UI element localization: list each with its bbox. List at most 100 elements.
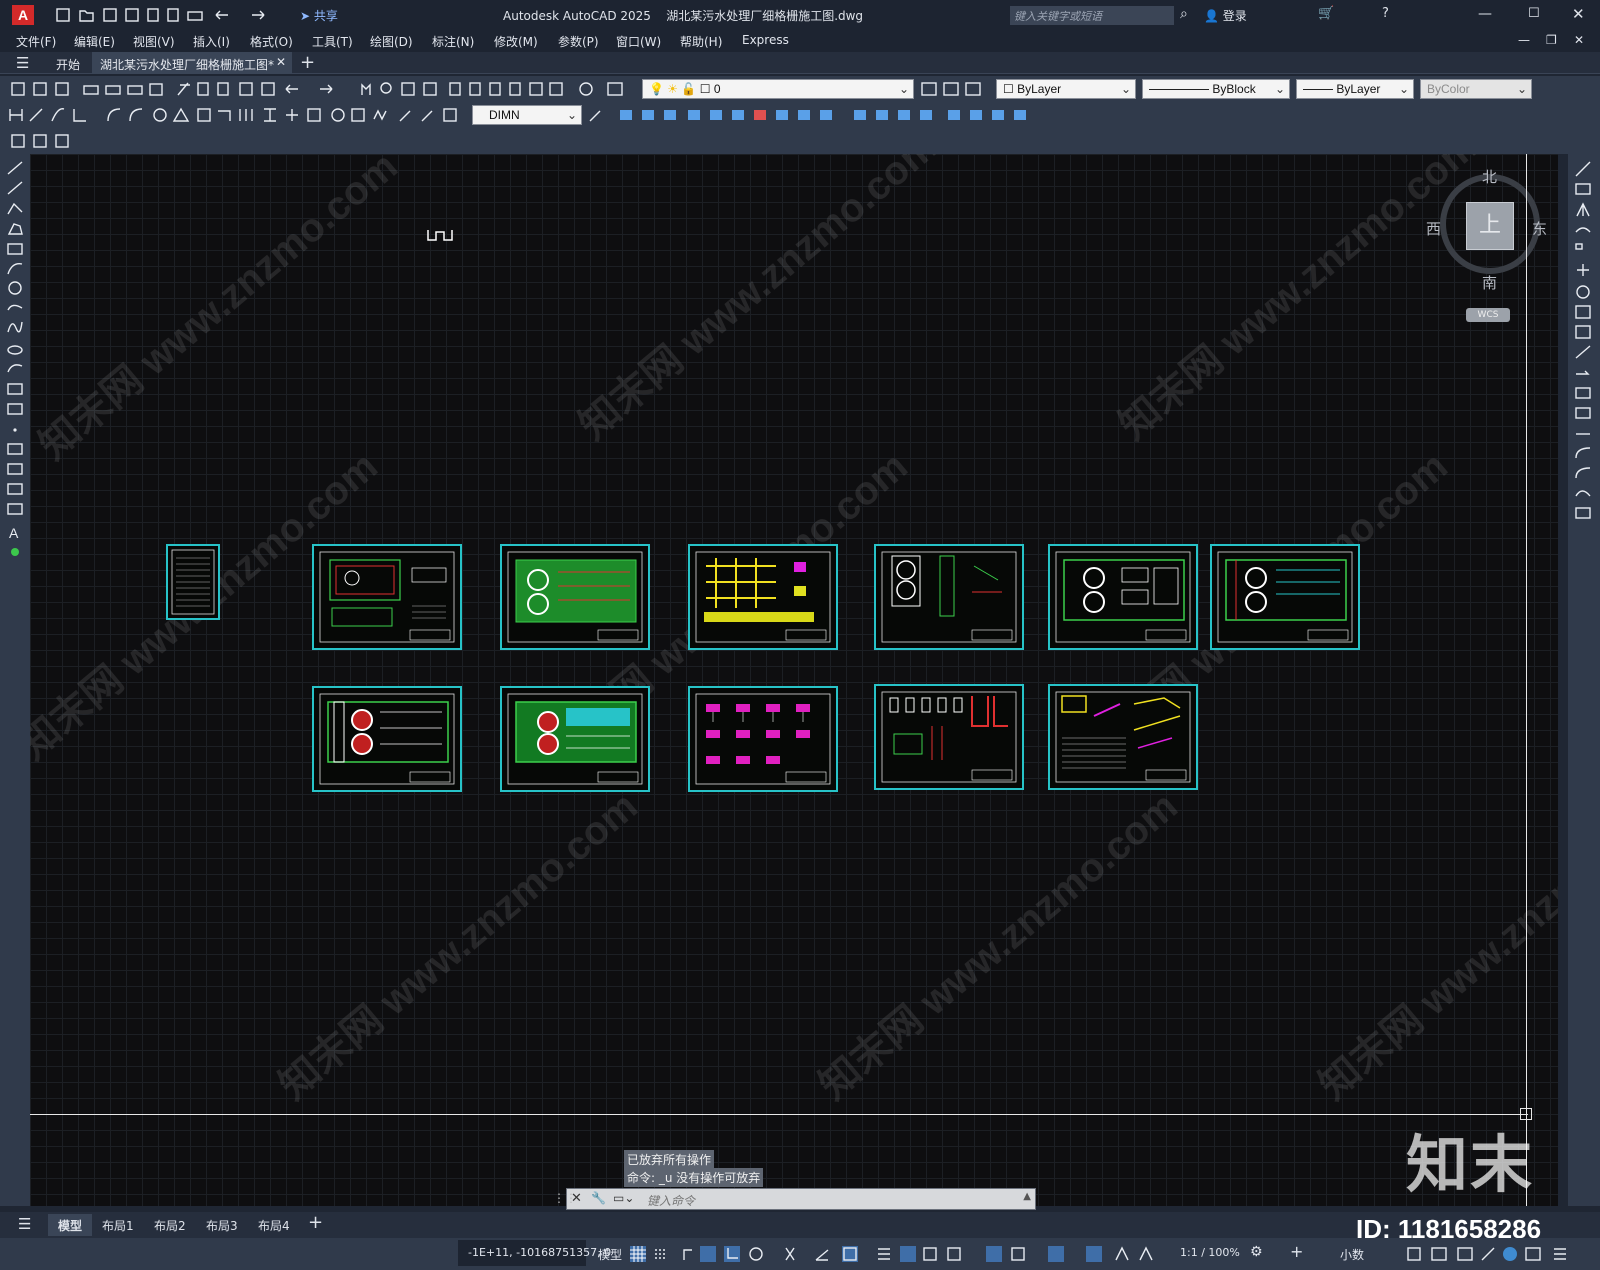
stretch-icon[interactable]: [1575, 325, 1591, 339]
wcs-menu[interactable]: WCS: [1466, 308, 1510, 322]
trim-icon[interactable]: [1575, 345, 1591, 359]
dimedit-icon[interactable]: [399, 110, 411, 122]
inspect-icon[interactable]: [351, 108, 365, 122]
layer-previous-icon[interactable]: [965, 82, 981, 96]
copy-icon[interactable]: [197, 82, 209, 96]
autoscale-icon[interactable]: [1115, 1246, 1129, 1261]
menu-parametric[interactable]: 参数(P): [558, 33, 599, 50]
close-icon[interactable]: ✕: [1572, 5, 1585, 23]
lineweight-icon[interactable]: [878, 1248, 890, 1260]
tab-start[interactable]: 开始: [48, 52, 88, 74]
selection-cycling-icon[interactable]: [923, 1247, 937, 1261]
annotation-monitor-icon[interactable]: +: [1290, 1242, 1303, 1261]
tab-active-drawing[interactable]: 湖北某污水处理厂细格栅施工图* ✕: [92, 52, 292, 74]
blend-icon[interactable]: [992, 110, 1004, 120]
clean-screen-icon[interactable]: [1525, 1247, 1541, 1261]
break-at-point-icon[interactable]: [1575, 387, 1591, 399]
join-icon[interactable]: [876, 110, 888, 120]
drawing-sheet-05[interactable]: [1048, 544, 1198, 650]
linear-dim-icon[interactable]: [9, 109, 23, 121]
aligned-dim-icon[interactable]: [29, 108, 43, 122]
scale-icon[interactable]: [1575, 305, 1591, 319]
transparency-icon[interactable]: [900, 1246, 916, 1262]
break-icon[interactable]: [286, 109, 298, 121]
scale-icon[interactable]: [754, 110, 766, 120]
redo-icon[interactable]: [320, 84, 333, 94]
help-circle-icon[interactable]: [579, 82, 593, 96]
web-open-icon[interactable]: [147, 8, 159, 22]
copy-object-icon[interactable]: [620, 110, 632, 120]
chamfer-icon[interactable]: [898, 110, 910, 120]
command-input[interactable]: 键入命令: [647, 1192, 695, 1209]
web-save-icon[interactable]: [167, 8, 179, 22]
sheetset-icon[interactable]: [509, 82, 521, 96]
zoom-realtime-icon[interactable]: [380, 82, 392, 94]
open-icon[interactable]: [33, 82, 47, 96]
spline-icon[interactable]: [7, 321, 23, 333]
hatch-icon[interactable]: [7, 443, 23, 455]
save-icon[interactable]: [103, 8, 117, 22]
doc-restore-icon[interactable]: ❐: [1546, 33, 1557, 47]
gizmo-icon[interactable]: [1048, 1246, 1064, 1262]
paste-icon[interactable]: [217, 82, 229, 96]
search-icon[interactable]: ⌕: [1180, 6, 1188, 22]
angular-dim-icon[interactable]: [172, 107, 190, 122]
construction-line-icon[interactable]: [7, 181, 23, 195]
drawing-sheet-06[interactable]: [1210, 544, 1360, 650]
user-login[interactable]: 👤 登录: [1204, 7, 1247, 24]
continue-icon[interactable]: [239, 109, 253, 121]
zoom-window-icon[interactable]: [401, 82, 415, 96]
properties-icon[interactable]: [449, 82, 461, 96]
drawing-sheet-04[interactable]: [874, 544, 1024, 650]
plot-preview-icon[interactable]: [105, 85, 121, 95]
layout-tab-1[interactable]: 布局1: [96, 1214, 140, 1237]
new-tab-icon[interactable]: +: [300, 52, 315, 73]
fillet-icon[interactable]: [920, 110, 932, 120]
dynamic-ucs-icon[interactable]: [986, 1246, 1002, 1262]
block-editor-icon[interactable]: [261, 82, 275, 96]
gradient-icon[interactable]: [7, 463, 23, 475]
isolate-objects-icon[interactable]: [1457, 1247, 1473, 1261]
menu-modify[interactable]: 修改(M): [494, 33, 538, 50]
minimize-icon[interactable]: —: [1478, 6, 1492, 22]
history-toggle-icon[interactable]: ▲: [1023, 1191, 1031, 1202]
doc-close-icon[interactable]: ✕: [1574, 33, 1584, 47]
polar-tracking-icon[interactable]: [749, 1247, 763, 1261]
layer-dropdown[interactable]: 💡 ☀ 🔓 ☐ 0 ⌄: [642, 79, 914, 99]
new-icon[interactable]: [11, 82, 25, 96]
layer-properties-icon[interactable]: [607, 82, 623, 96]
dimstyle-dropdown[interactable]: DIMN ⌄: [472, 105, 582, 125]
customization-icon[interactable]: [1554, 1248, 1566, 1260]
open-icon[interactable]: [79, 10, 94, 22]
annotation-scale-value[interactable]: 1:1 / 100%: [1180, 1246, 1240, 1259]
offset-icon[interactable]: [664, 110, 676, 120]
layout-tab-2[interactable]: 布局2: [148, 1214, 192, 1237]
make-block-icon[interactable]: [7, 403, 23, 415]
mirror-icon[interactable]: [642, 110, 654, 120]
polygon-icon[interactable]: [7, 223, 23, 235]
match-prop-icon[interactable]: [239, 82, 253, 96]
arc-icon[interactable]: [7, 263, 23, 275]
3dprint-icon[interactable]: [149, 83, 163, 96]
hamburger-menu-icon[interactable]: ☰: [16, 54, 29, 72]
viewcube[interactable]: 上 北 南 西 东: [1426, 168, 1550, 294]
markup-icon[interactable]: [529, 82, 543, 96]
menu-tools[interactable]: 工具(T): [312, 33, 353, 50]
move-icon[interactable]: [710, 110, 722, 120]
save-icon[interactable]: [55, 82, 69, 96]
drawing-sheet-09[interactable]: [688, 686, 838, 792]
line-icon[interactable]: [7, 161, 23, 175]
calculator-icon[interactable]: [549, 82, 563, 96]
plot-icon[interactable]: [187, 11, 203, 21]
help-icon[interactable]: ?: [1382, 6, 1389, 21]
region-icon[interactable]: [7, 483, 23, 495]
explode-icon[interactable]: [948, 110, 960, 120]
3d-osnap-icon[interactable]: [947, 1247, 961, 1261]
dimtedit-icon[interactable]: [421, 110, 433, 122]
quick-properties-icon[interactable]: [1407, 1247, 1421, 1261]
mtext-icon[interactable]: A: [9, 525, 19, 541]
drawing-sheet-03[interactable]: [688, 544, 838, 650]
dynamic-input-icon[interactable]: [700, 1246, 716, 1262]
break-point-icon[interactable]: [854, 110, 866, 120]
object-snap-tracking-icon[interactable]: [815, 1249, 829, 1261]
